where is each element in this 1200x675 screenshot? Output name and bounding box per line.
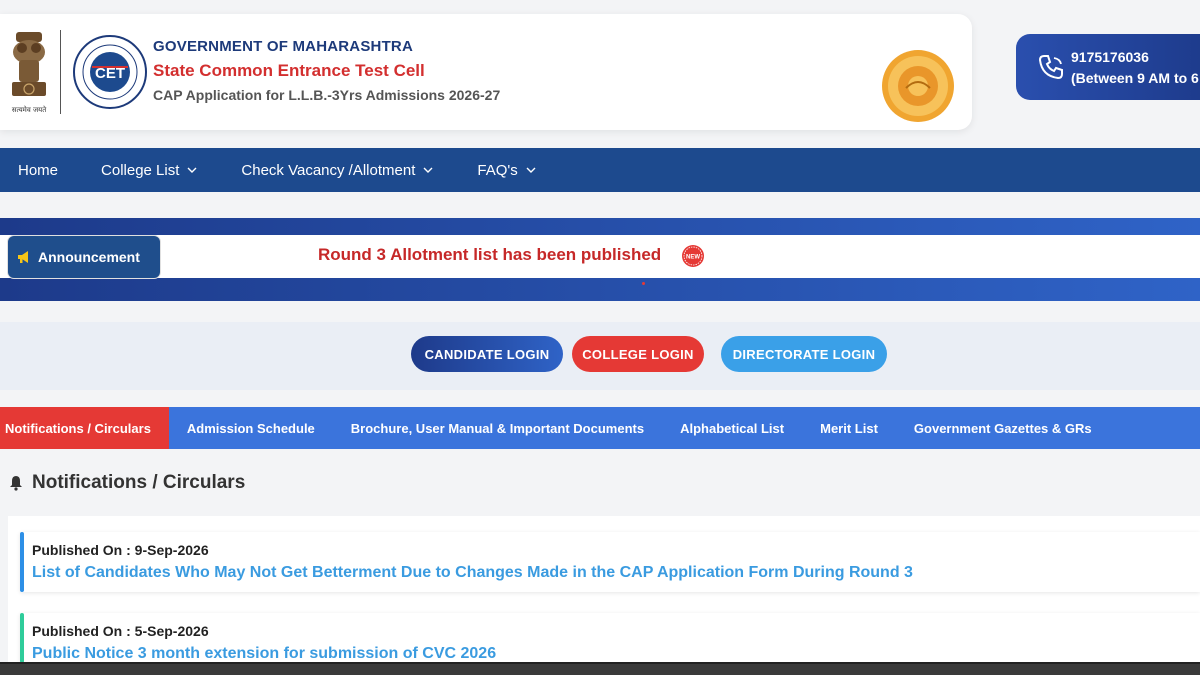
- header-text-block: GOVERNMENT OF MAHARASHTRA State Common E…: [153, 38, 500, 103]
- bottom-bar: [0, 662, 1200, 675]
- tab-brochure[interactable]: Brochure, User Manual & Important Docume…: [333, 407, 662, 449]
- chevron-down-icon: [187, 167, 197, 173]
- notification-link[interactable]: List of Candidates Who May Not Get Bette…: [32, 564, 913, 582]
- notification-link[interactable]: Public Notice 3 month extension for subm…: [32, 645, 496, 663]
- new-badge-icon: NEW: [682, 245, 704, 267]
- nav-college-list-label: College List: [101, 161, 180, 179]
- megaphone-icon: [18, 251, 28, 263]
- nav-faqs-label: FAQ's: [477, 161, 518, 179]
- college-login-button[interactable]: COLLEGE LOGIN: [572, 336, 704, 372]
- nav-check-vacancy[interactable]: Check Vacancy /Allotment: [241, 162, 433, 179]
- tab-notifications[interactable]: Notifications / Circulars: [0, 407, 169, 449]
- candidate-login-button[interactable]: CANDIDATE LOGIN: [411, 336, 563, 372]
- cet-logo-icon: CET: [73, 35, 147, 109]
- nav-faqs[interactable]: FAQ's: [477, 161, 536, 179]
- phone-icon: [1038, 55, 1063, 80]
- announcement-label-text: Announcement: [38, 249, 140, 265]
- ticker-dot: [642, 282, 645, 285]
- notification-item: Published On : 9-Sep-2026 List of Candid…: [20, 532, 1200, 592]
- helpline-time: (Between 9 AM to 6: [1071, 70, 1199, 86]
- notification-published-date: Published On : 5-Sep-2026: [32, 623, 209, 639]
- helpline-number: 9175176036: [1071, 49, 1149, 65]
- notification-item: Published On : 5-Sep-2026 Public Notice …: [20, 613, 1200, 663]
- section-title-text: Notifications / Circulars: [32, 472, 246, 493]
- cap-title: CAP Application for L.L.B.-3Yrs Admissio…: [153, 87, 501, 103]
- content-tabs: Notifications / Circulars Admission Sche…: [0, 407, 1200, 449]
- announcement-label: Announcement: [8, 236, 160, 278]
- nav-check-vacancy-label: Check Vacancy /Allotment: [241, 161, 416, 179]
- chevron-down-icon: [423, 167, 433, 173]
- bell-icon: [10, 476, 22, 491]
- tab-merit-list[interactable]: Merit List: [802, 407, 896, 449]
- cell-title: State Common Entrance Test Cell: [153, 61, 425, 80]
- notification-accent-bar: [20, 532, 24, 592]
- emblem-caption: सत्यमेव जयते: [12, 105, 47, 114]
- section-title: Notifications / Circulars: [8, 472, 245, 494]
- nav-home-label: Home: [18, 161, 59, 179]
- announcement-text[interactable]: Round 3 Allotment list has been publishe…: [318, 245, 661, 265]
- maharashtra-seal-icon: [882, 50, 954, 122]
- gov-title: GOVERNMENT OF MAHARASHTRA: [153, 38, 413, 55]
- tab-alphabetical-list[interactable]: Alphabetical List: [662, 407, 802, 449]
- header-card: सत्यमेव जयते CET GOVERNMENT OF MAHARASHT…: [0, 14, 972, 130]
- nav-home[interactable]: Home: [18, 162, 58, 179]
- chevron-down-icon: [526, 167, 536, 173]
- tab-admission-schedule[interactable]: Admission Schedule: [169, 407, 333, 449]
- directorate-login-button[interactable]: DIRECTORATE LOGIN: [721, 336, 887, 372]
- helpline-box: 9175176036 (Between 9 AM to 6: [1016, 34, 1200, 100]
- new-badge-text: NEW: [686, 255, 700, 261]
- tab-government-gazettes[interactable]: Government Gazettes & GRs: [896, 407, 1110, 449]
- header-divider: [60, 30, 61, 114]
- national-emblem-icon: सत्यमेव जयते: [12, 32, 47, 114]
- nav-college-list[interactable]: College List: [101, 162, 197, 179]
- notification-published-date: Published On : 9-Sep-2026: [32, 542, 209, 558]
- notification-accent-bar: [20, 613, 24, 663]
- main-navbar: Home College List Check Vacancy /Allotme…: [0, 148, 1200, 192]
